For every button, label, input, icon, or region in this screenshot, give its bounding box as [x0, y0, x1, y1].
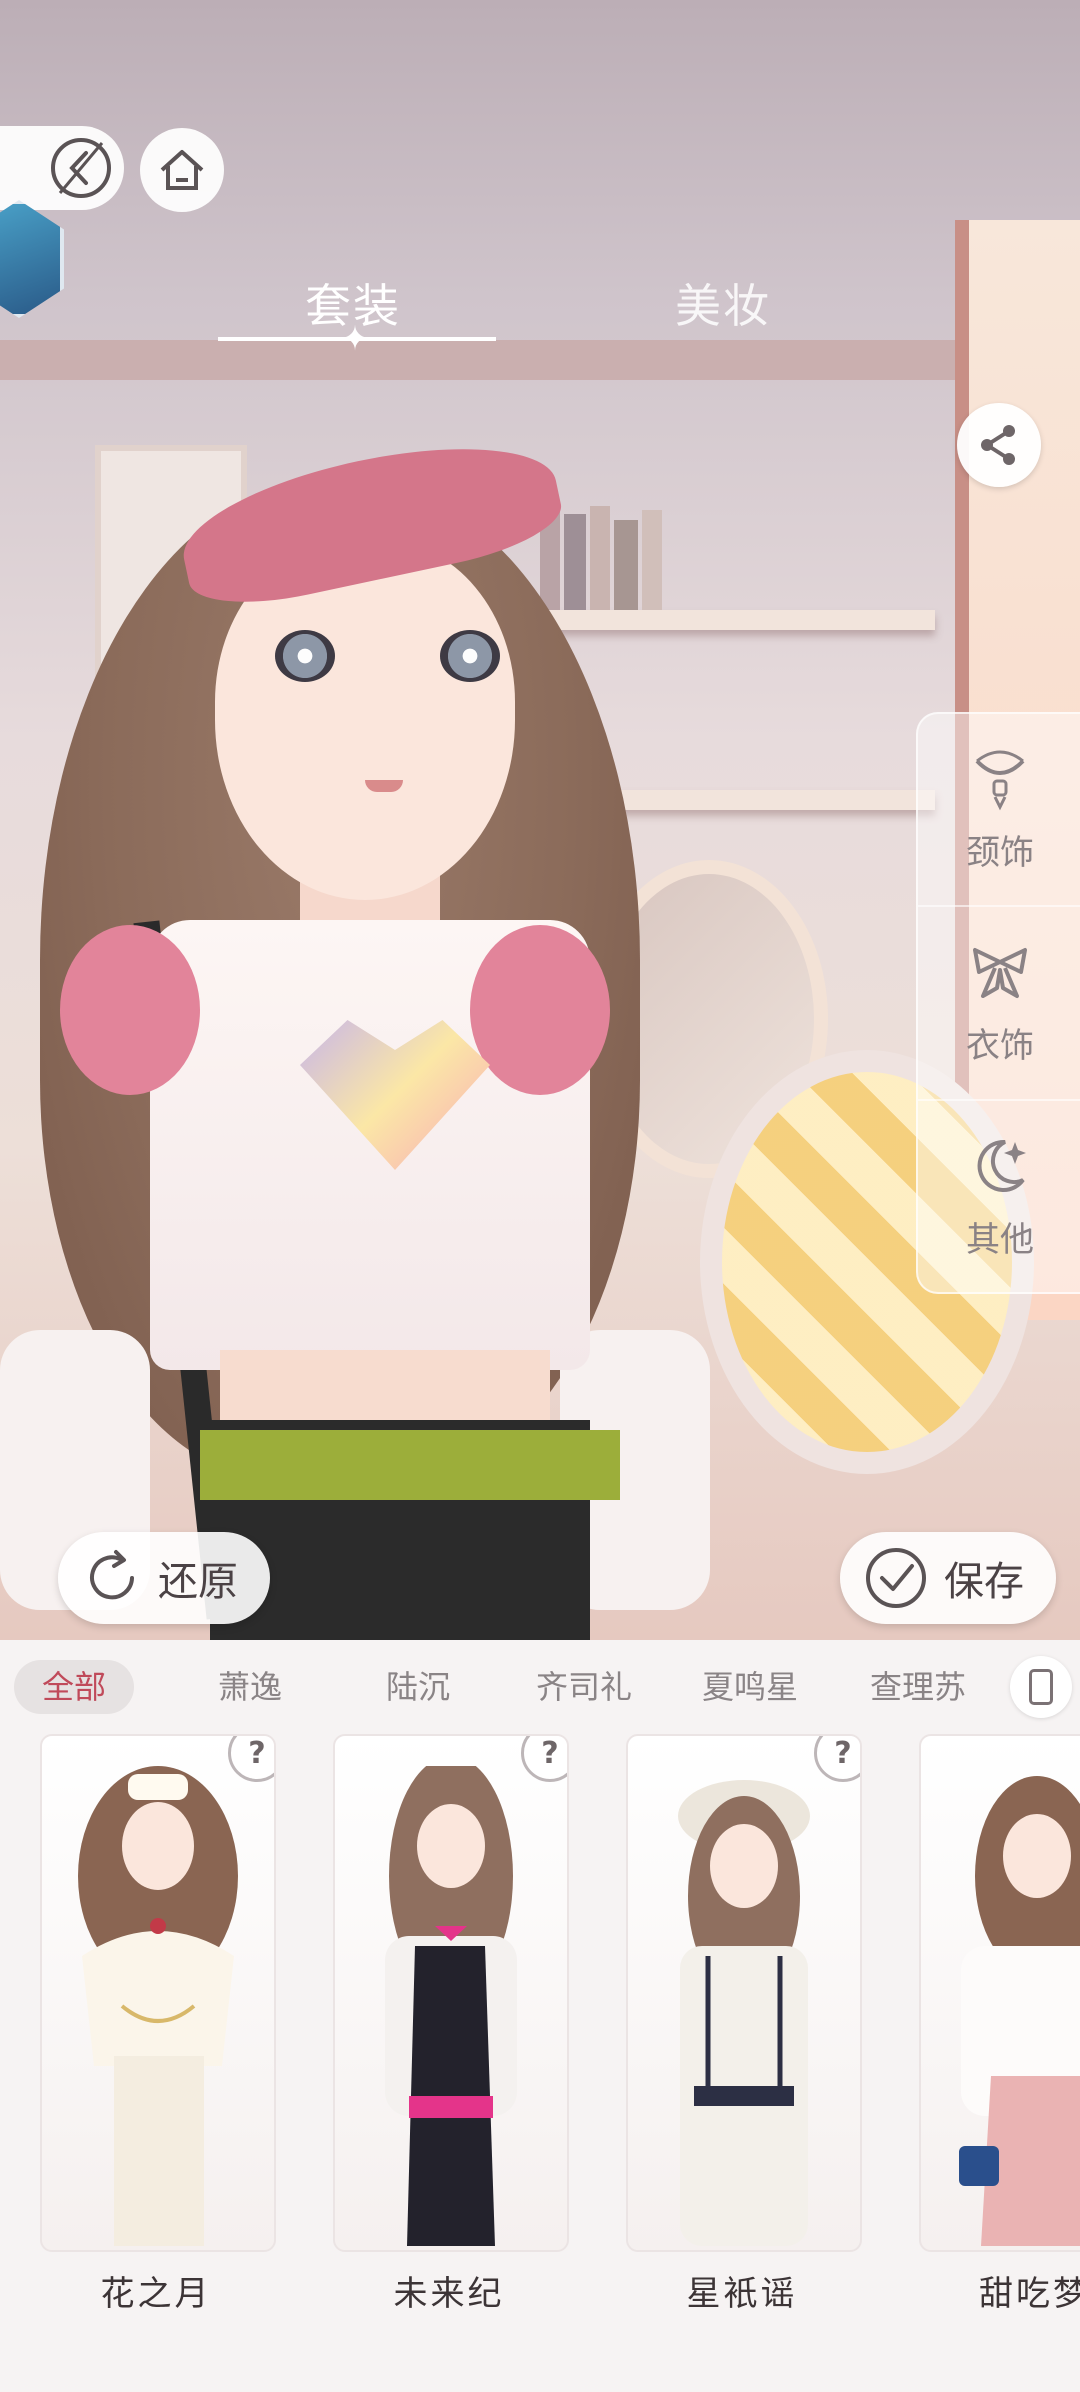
outfit-name-4: 甜吃梦 [979, 2274, 1080, 2314]
outfit-card-4[interactable] [919, 1734, 1080, 2252]
outfit-selection-panel: 全部 萧逸 陆沉 齐司礼 夏鸣星 查理苏 ? 花之月 ? 未来纪 ? 星衹谣 甜… [0, 1640, 1080, 2392]
outfit-figure-1 [78, 1766, 238, 2246]
character-model[interactable] [0, 420, 720, 1640]
outfit-card-3[interactable]: ? [626, 1734, 862, 2252]
category-clothing-accessory[interactable]: 衣饰 [918, 907, 1080, 1101]
outfit-figure-2 [385, 1766, 517, 2246]
restore-icon [90, 1550, 134, 1600]
phone-icon [1029, 1669, 1053, 1705]
category-other-label: 其他 [966, 1219, 1034, 1260]
home-button[interactable] [140, 128, 224, 212]
outfit-figure-4 [959, 1776, 1080, 2246]
outfit-card-1[interactable]: ? [40, 1734, 276, 2252]
filter-luchen[interactable]: 陆沉 [386, 1660, 450, 1714]
character-filter-bar: 全部 萧逸 陆沉 齐司礼 夏鸣星 查理苏 [0, 1656, 1080, 1720]
room-wall-trim [0, 340, 1080, 380]
share-button[interactable] [957, 403, 1041, 487]
filter-all[interactable]: 全部 [14, 1660, 135, 1714]
necklace-icon [975, 750, 1025, 811]
save-button[interactable]: 保存 [840, 1532, 1056, 1624]
back-button[interactable] [0, 126, 124, 210]
outfit-name-1: 花之月 [100, 2274, 212, 2314]
share-icon [981, 425, 1015, 465]
restore-label: 还原 [158, 1559, 238, 1605]
filter-qisili[interactable]: 齐司礼 [536, 1660, 632, 1714]
category-other[interactable]: 其他 [918, 1101, 1080, 1292]
home-icon [160, 150, 204, 190]
tab-makeup[interactable]: 美妆 [675, 270, 771, 336]
category-necklace-label: 颈饰 [966, 833, 1034, 874]
bow-icon [973, 948, 1027, 999]
outfit-name-3: 星衹谣 [686, 2274, 798, 2314]
filter-xiaoyi[interactable]: 萧逸 [218, 1660, 282, 1714]
filter-toggle-button[interactable] [1010, 1656, 1072, 1718]
category-necklace[interactable]: 颈饰 [918, 714, 1080, 908]
sparkle-icon: ✦ [340, 319, 370, 359]
outfit-card-2[interactable]: ? [333, 1734, 569, 2252]
back-arrow-icon [51, 138, 111, 198]
outfit-figure-3 [678, 1780, 810, 2246]
filter-chalisu[interactable]: 查理苏 [870, 1660, 965, 1714]
save-label: 保存 [944, 1559, 1024, 1605]
restore-button[interactable]: 还原 [58, 1532, 270, 1624]
filter-xiamingxing[interactable]: 夏鸣星 [702, 1660, 798, 1714]
category-clothing-accessory-label: 衣饰 [966, 1026, 1034, 1067]
outfit-name-2: 未来纪 [393, 2274, 505, 2314]
accessory-category-panel: 颈饰 衣饰 其他 [916, 712, 1080, 1294]
checkmark-icon [866, 1548, 926, 1608]
moon-sparkle-icon [977, 1139, 1026, 1192]
